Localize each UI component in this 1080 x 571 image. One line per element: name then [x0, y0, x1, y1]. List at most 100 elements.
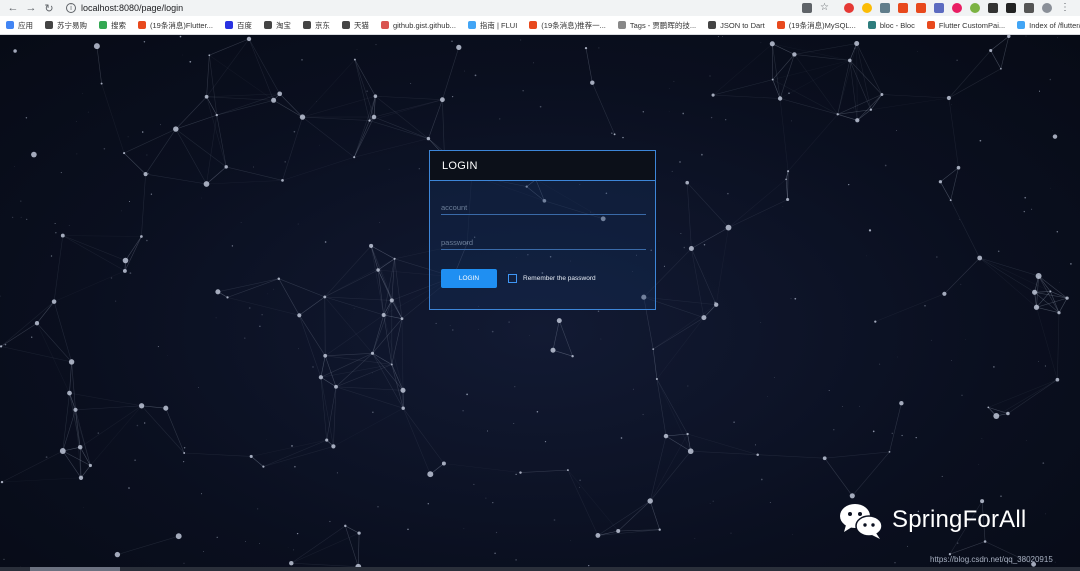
star-dot [760, 478, 763, 481]
brand-name: SpringForAll [892, 506, 1027, 533]
bookmark-item[interactable]: 指南 | FLUI [467, 20, 517, 31]
extension-icon[interactable] [970, 3, 980, 13]
bookmark-item[interactable]: Flutter CustomPai... [926, 21, 1005, 30]
bookmark-item[interactable]: github.gist.github... [380, 21, 456, 30]
bookmark-item[interactable]: (19条消息)Flutter... [138, 20, 213, 31]
account-field[interactable] [441, 197, 646, 216]
menu-icon[interactable]: ⋮ [1060, 3, 1070, 13]
star-dot [252, 166, 254, 168]
star-dot [978, 463, 980, 465]
bookmark-item[interactable]: 苏宁易购 [45, 20, 87, 31]
avatar-icon[interactable] [1042, 3, 1052, 13]
network-line [325, 314, 384, 357]
reload-icon[interactable]: ↻ [42, 1, 56, 15]
bookmark-item[interactable]: 天猫 [341, 20, 369, 31]
network-line [442, 99, 445, 156]
bookmark-item[interactable]: Tags - 贾鹏晖的技... [617, 20, 696, 31]
network-line [686, 182, 692, 249]
star-dot [956, 59, 958, 61]
password-field[interactable] [441, 232, 646, 251]
star-dot [642, 413, 644, 416]
bookmark-item[interactable]: 百度 [224, 20, 252, 31]
extension-icon[interactable] [934, 3, 944, 13]
network-line [949, 541, 986, 555]
bookmark-item[interactable]: 淘宝 [263, 20, 291, 31]
bookmark-item[interactable]: (19条消息)推荐一... [529, 20, 606, 31]
network-line [282, 117, 303, 181]
network-line [552, 349, 573, 357]
network-line [302, 116, 370, 121]
network-node [688, 245, 694, 252]
star-dot [1042, 462, 1045, 464]
network-line [1057, 312, 1060, 380]
address-bar[interactable]: i localhost:8080/page/login [66, 1, 798, 15]
network-line [940, 181, 951, 201]
remember-password[interactable]: Remember the password [508, 274, 596, 283]
chrome-icon[interactable] [862, 3, 872, 13]
remember-checkbox[interactable] [508, 274, 517, 283]
star-dot [951, 104, 952, 105]
network-node [550, 347, 556, 353]
network-line [320, 377, 327, 441]
star-dot [924, 304, 926, 307]
bookmark-favicon-icon [302, 21, 311, 29]
horizontal-scrollbar[interactable] [0, 567, 1080, 571]
extension-icon[interactable] [880, 3, 890, 13]
bookmark-item[interactable]: JSON to Dart [708, 21, 765, 30]
translate-icon[interactable] [802, 3, 812, 13]
star-dot [936, 256, 938, 258]
source-url: https://blog.csdn.net/qq_38020915 [930, 555, 1053, 564]
star-dot [544, 440, 547, 443]
extension-icon[interactable] [952, 3, 962, 13]
star-dot [200, 493, 203, 495]
login-button[interactable]: LOGIN [441, 269, 497, 288]
bookmark-item[interactable]: bloc - Bloc [867, 21, 915, 30]
bookmark-item[interactable]: 应用 [6, 20, 33, 31]
network-line [124, 236, 142, 272]
arrow-left-icon[interactable]: ← [6, 1, 20, 15]
network-line [80, 405, 142, 448]
extension-icon[interactable] [916, 3, 926, 13]
network-line [184, 452, 252, 457]
network-line [175, 114, 217, 130]
arrow-right-icon[interactable]: → [24, 1, 38, 15]
star-dot [129, 201, 130, 202]
password-input[interactable] [441, 234, 646, 251]
network-line [649, 433, 688, 502]
bookmark-item[interactable]: Index of /flutter/fl... [1017, 21, 1080, 30]
login-panel: LOGIN LOGIN Remember the password [429, 150, 656, 310]
network-node [203, 181, 210, 187]
bookmark-item[interactable]: 搜索 [99, 20, 126, 31]
star-dot [533, 62, 534, 64]
network-node [956, 165, 961, 170]
bookmark-item[interactable]: (19条消息)MySQL... [776, 20, 856, 31]
extension-icon[interactable] [898, 3, 908, 13]
network-line [443, 463, 521, 473]
account-input[interactable] [441, 199, 646, 216]
star-icon[interactable]: ☆ [820, 3, 830, 13]
network-node [725, 224, 732, 231]
network-line [353, 96, 376, 158]
network-line [96, 46, 102, 84]
network-line [1036, 307, 1058, 380]
network-line [401, 318, 404, 391]
network-line [592, 82, 615, 135]
scrollbar-thumb[interactable] [30, 567, 120, 571]
qr-icon[interactable] [988, 3, 998, 13]
star-dot [722, 36, 724, 37]
bookmark-item[interactable]: 京东 [302, 20, 330, 31]
star-dot [1000, 495, 1002, 497]
network-node [163, 405, 169, 411]
network-line [649, 500, 660, 530]
extension-icon[interactable] [1006, 3, 1016, 13]
network-node [289, 560, 294, 566]
network-node [59, 448, 66, 454]
network-line [948, 97, 959, 168]
extension-icon[interactable] [844, 3, 854, 13]
puzzle-icon[interactable] [1024, 3, 1034, 13]
star-dot [54, 223, 56, 225]
network-node [208, 54, 211, 57]
info-icon[interactable]: i [66, 3, 76, 13]
star-dot [833, 429, 835, 431]
network-line [948, 68, 1002, 99]
